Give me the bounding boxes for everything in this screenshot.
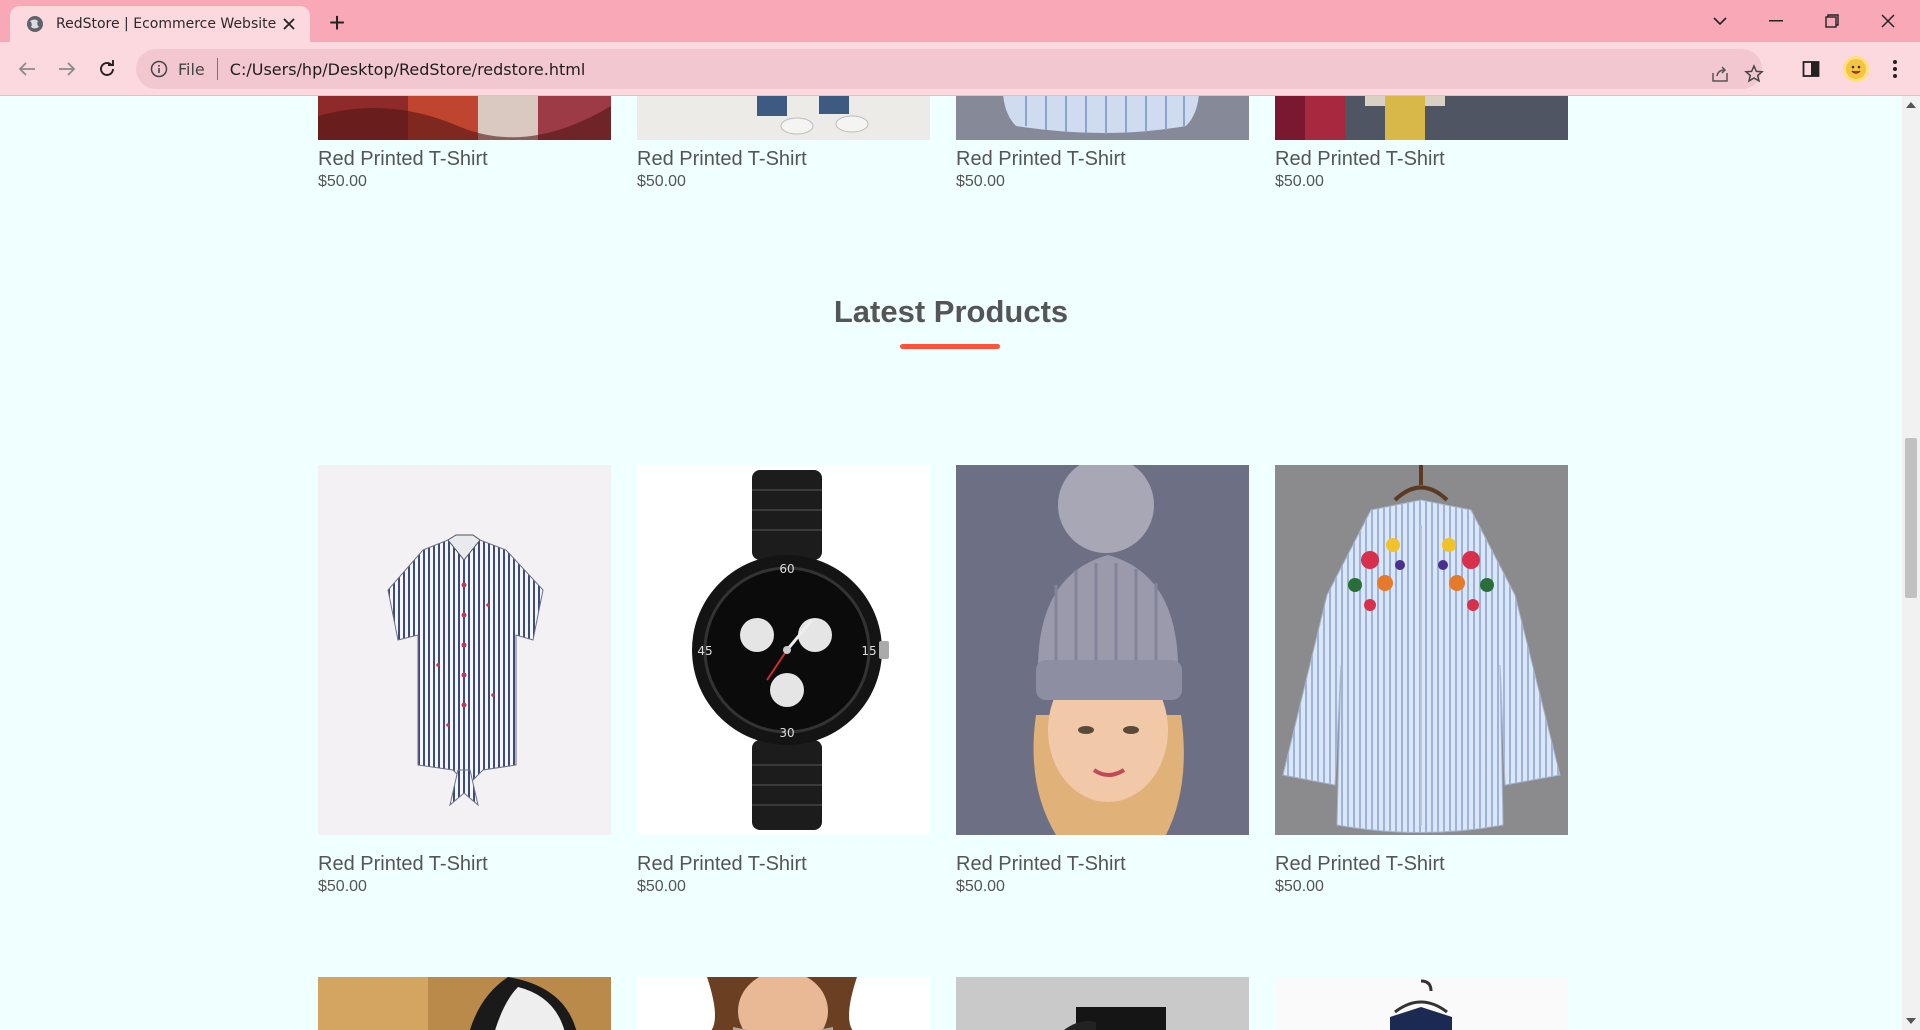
- product-price: $50.00: [318, 173, 367, 190]
- product-card[interactable]: Red Printed T-Shirt $50.00: [1275, 96, 1568, 192]
- product-title[interactable]: Red Printed T-Shirt: [1275, 148, 1568, 170]
- product-price: $50.00: [318, 878, 367, 895]
- browser-toolbar: File C:/Users/hp/Desktop/RedStore/redsto…: [0, 42, 1920, 96]
- product-card[interactable]: Red Printed T-Shirt $50.00: [956, 96, 1249, 192]
- product-title[interactable]: Red Printed T-Shirt: [637, 148, 930, 170]
- page-viewport: Red Printed T-Shirt $50.00 Red Printed T…: [0, 96, 1902, 1030]
- svg-text:60: 60: [779, 562, 794, 576]
- scrollbar-thumb[interactable]: [1905, 438, 1917, 598]
- product-image[interactable]: [318, 96, 611, 140]
- window-close-icon[interactable]: [1860, 0, 1916, 42]
- product-price: $50.00: [637, 173, 686, 190]
- back-icon[interactable]: [12, 54, 42, 84]
- plus-icon: +: [328, 7, 346, 38]
- product-card[interactable]: 60 30 15 45 Red Printed T-Shirt $50.00: [637, 465, 930, 897]
- sidebar-icon[interactable]: [1796, 54, 1826, 84]
- svg-text:45: 45: [697, 644, 712, 658]
- product-title[interactable]: Red Printed T-Shirt: [1275, 853, 1568, 875]
- product-image[interactable]: [956, 977, 1249, 1030]
- product-image[interactable]: [1275, 96, 1568, 140]
- product-title[interactable]: Red Printed T-Shirt: [637, 853, 930, 875]
- product-image[interactable]: [637, 977, 930, 1030]
- product-title[interactable]: Red Printed T-Shirt: [956, 148, 1249, 170]
- product-card[interactable]: Red Printed T-Shirt $50.00: [956, 465, 1249, 897]
- tab-title: RedStore | Ecommerce Website D: [56, 16, 278, 32]
- product-price: $50.00: [956, 878, 1005, 895]
- new-tab-button[interactable]: +: [322, 8, 352, 38]
- product-image[interactable]: [318, 977, 611, 1030]
- product-image[interactable]: [318, 465, 611, 835]
- svg-text:15: 15: [861, 644, 876, 658]
- product-image[interactable]: [956, 465, 1249, 835]
- product-image[interactable]: [637, 96, 930, 140]
- svg-text:30: 30: [779, 726, 794, 740]
- menu-icon[interactable]: [1880, 54, 1910, 84]
- globe-icon: [26, 15, 44, 33]
- product-price: $50.00: [956, 173, 1005, 190]
- vertical-scrollbar[interactable]: [1902, 96, 1920, 1030]
- scroll-up-arrow-icon[interactable]: [1906, 102, 1916, 108]
- product-card[interactable]: Red Printed T-Shirt $50.00: [318, 465, 611, 897]
- address-divider: [216, 58, 218, 80]
- product-price: $50.00: [637, 878, 686, 895]
- product-card[interactable]: [318, 977, 611, 1030]
- profile-avatar-icon[interactable]: [1843, 56, 1869, 82]
- product-image[interactable]: [956, 96, 1249, 140]
- chevron-down-icon[interactable]: [1692, 0, 1748, 42]
- product-card[interactable]: Red Printed T-Shirt $50.00: [1275, 465, 1568, 897]
- product-price: $50.00: [1275, 878, 1324, 895]
- browser-tab-active[interactable]: RedStore | Ecommerce Website D: [10, 6, 310, 42]
- product-card[interactable]: [637, 977, 930, 1030]
- info-icon[interactable]: [150, 60, 168, 78]
- tab-strip: RedStore | Ecommerce Website D +: [0, 0, 1920, 42]
- product-title[interactable]: Red Printed T-Shirt: [318, 148, 611, 170]
- latest-products-row-2: [318, 977, 1580, 1030]
- scroll-down-arrow-icon[interactable]: [1906, 1018, 1916, 1024]
- close-icon[interactable]: [278, 13, 300, 35]
- product-price: $50.00: [1275, 173, 1324, 190]
- reload-icon[interactable]: [92, 54, 122, 84]
- share-icon[interactable]: [1706, 60, 1734, 88]
- product-title[interactable]: Red Printed T-Shirt: [318, 853, 611, 875]
- product-card[interactable]: [956, 977, 1249, 1030]
- product-card[interactable]: [1275, 977, 1568, 1030]
- product-image[interactable]: [1275, 465, 1568, 835]
- minimize-icon[interactable]: [1748, 0, 1804, 42]
- featured-products-row: Red Printed T-Shirt $50.00 Red Printed T…: [318, 96, 1580, 192]
- address-scheme: File: [178, 59, 205, 79]
- forward-icon[interactable]: [52, 54, 82, 84]
- latest-products-row: Red Printed T-Shirt $50.00 60 30 15 45 R…: [318, 465, 1580, 897]
- section-title-latest-products: Latest Products: [833, 294, 1069, 329]
- product-card[interactable]: Red Printed T-Shirt $50.00: [318, 96, 611, 192]
- product-image[interactable]: 60 30 15 45: [637, 465, 930, 835]
- restore-icon[interactable]: [1804, 0, 1860, 42]
- address-url: C:/Users/hp/Desktop/RedStore/redstore.ht…: [229, 59, 586, 79]
- star-icon[interactable]: [1740, 60, 1768, 88]
- product-title[interactable]: Red Printed T-Shirt: [956, 853, 1249, 875]
- title-underline: [900, 344, 1000, 349]
- product-image[interactable]: [1275, 977, 1568, 1030]
- address-bar[interactable]: File C:/Users/hp/Desktop/RedStore/redsto…: [136, 49, 1764, 89]
- product-card[interactable]: Red Printed T-Shirt $50.00: [637, 96, 930, 192]
